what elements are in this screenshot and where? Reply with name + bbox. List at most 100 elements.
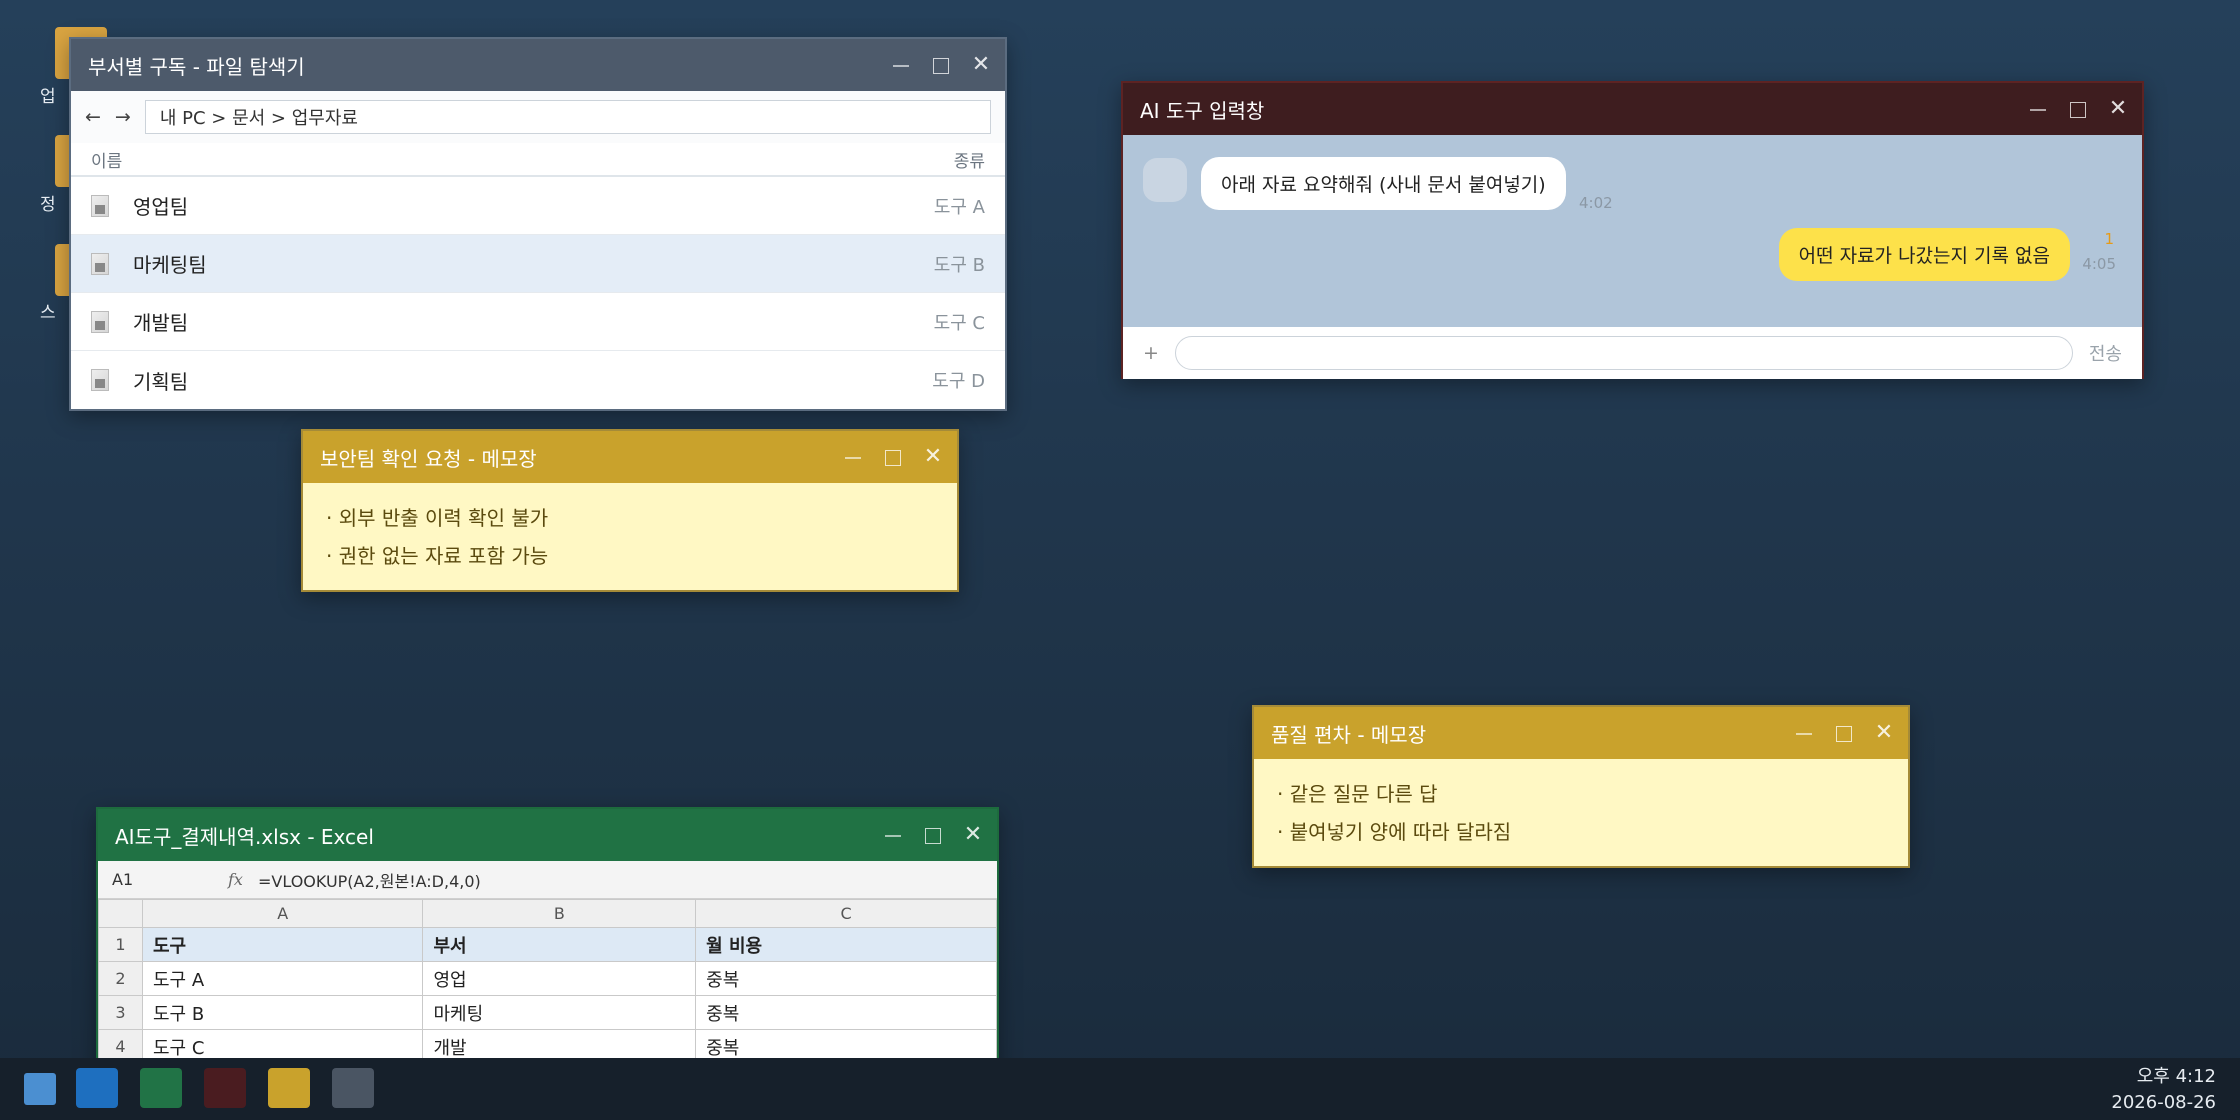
cell-reference[interactable]: A1 — [98, 870, 228, 889]
outgoing-message: 어떤 자료가 나갔는지 기록 없음 — [1778, 228, 2070, 281]
minimize-button[interactable] — [2028, 99, 2048, 119]
message-time: 4:02 — [1579, 194, 1613, 212]
file-name: 개발팀 — [133, 311, 189, 335]
close-button[interactable]: ✕ — [1874, 722, 1894, 744]
start-button[interactable] — [24, 1073, 56, 1105]
taskbar-aichat-button[interactable] — [204, 1068, 246, 1108]
cell[interactable]: 마케팅 — [422, 995, 697, 1030]
desktop-icon-label: 정 — [40, 195, 56, 215]
window-title: 부서별 구독 - 파일 탐색기 — [88, 54, 305, 79]
memo-line: · 권한 없는 자료 포함 가능 — [326, 544, 549, 568]
system-clock[interactable]: 오후 4:12 2026-08-26 — [2111, 1064, 2216, 1116]
memo-text-area[interactable]: · 같은 질문 다른 답 · 붙여넣기 양에 따라 달라짐 — [1254, 759, 1908, 867]
memo-text-area[interactable]: · 외부 반출 이력 확인 불가 · 권한 없는 자료 포함 가능 — [303, 483, 957, 591]
clock-time: 오후 4:12 — [2136, 1066, 2216, 1087]
list-header: 이름 종류 — [71, 143, 1005, 177]
close-button[interactable]: ✕ — [2108, 98, 2128, 120]
cell[interactable]: 월 비용 — [695, 927, 997, 962]
table-row: 3 도구 B 마케팅 중복 — [98, 995, 997, 1030]
file-icon — [91, 252, 109, 275]
fx-icon: fx — [228, 870, 243, 889]
taskbar-app-button[interactable] — [332, 1068, 374, 1108]
clock-date: 2026-08-26 — [2111, 1092, 2216, 1113]
cell[interactable]: 중복 — [695, 995, 997, 1030]
avatar — [1143, 158, 1187, 202]
row-number[interactable]: 1 — [98, 927, 143, 962]
close-button[interactable]: ✕ — [971, 54, 991, 76]
file-icon — [91, 194, 109, 217]
file-row[interactable]: 영업팀 도구 A — [71, 177, 1005, 235]
titlebar[interactable]: 보안팀 확인 요청 - 메모장 ✕ — [303, 431, 957, 483]
cell[interactable]: 부서 — [422, 927, 697, 962]
navigation-bar: ← → 내 PC > 문서 > 업무자료 — [71, 91, 1005, 143]
desktop-icon-label: 업 — [40, 87, 56, 107]
column-type-header[interactable]: 종류 — [954, 147, 985, 172]
minimize-button[interactable] — [883, 825, 903, 845]
maximize-button[interactable] — [2068, 99, 2088, 119]
ai-chat-window: AI 도구 입력창 ✕ 아래 자료 요약해줘 (사내 문서 붙여넣기) 4:02… — [1121, 81, 2144, 379]
chat-input-bar: + 전송 — [1123, 327, 2142, 379]
taskbar-memo-button[interactable] — [268, 1068, 310, 1108]
memo-line: · 외부 반출 이력 확인 불가 — [326, 506, 549, 530]
incoming-message: 아래 자료 요약해줘 (사내 문서 붙여넣기) — [1201, 157, 1566, 210]
maximize-button[interactable] — [1834, 723, 1854, 743]
send-button[interactable]: 전송 — [2089, 340, 2122, 366]
titlebar[interactable]: AI 도구 입력창 ✕ — [1123, 83, 2142, 135]
message-time: 4:05 — [2082, 255, 2116, 273]
chat-input[interactable] — [1174, 336, 2073, 370]
maximize-button[interactable] — [923, 825, 943, 845]
row-number[interactable]: 3 — [98, 995, 143, 1030]
maximize-button[interactable] — [931, 55, 951, 75]
window-title: AI 도구 입력창 — [1140, 98, 1265, 123]
window-title: 품질 편차 - 메모장 — [1271, 722, 1427, 747]
titlebar[interactable]: AI도구_결제내역.xlsx - Excel ✕ — [98, 809, 997, 861]
taskbar: 오후 4:12 2026-08-26 — [0, 1058, 2240, 1120]
formula-input[interactable]: =VLOOKUP(A2,원본!A:D,4,0) — [258, 868, 997, 892]
formula-bar: A1 fx =VLOOKUP(A2,원본!A:D,4,0) — [98, 861, 997, 899]
file-name: 기획팀 — [133, 369, 189, 394]
cell[interactable]: 도구 B — [141, 995, 424, 1030]
attach-plus-button[interactable]: + — [1143, 342, 1159, 364]
spreadsheet-grid: A B C 1 도구 부서 월 비용 2 도구 A 영업 중복 3 도구 B 마… — [98, 899, 997, 1064]
desktop-icon-label: 스 — [40, 303, 56, 323]
file-row[interactable]: 기획팀 도구 D — [71, 351, 1005, 409]
minimize-button[interactable] — [1794, 723, 1814, 743]
column-header[interactable]: C — [695, 899, 997, 928]
titlebar[interactable]: 부서별 구독 - 파일 탐색기 ✕ — [71, 39, 1005, 91]
table-row: 1 도구 부서 월 비용 — [98, 927, 997, 962]
chat-messages: 아래 자료 요약해줘 (사내 문서 붙여넣기) 4:02 어떤 자료가 나갔는지… — [1123, 135, 2142, 327]
file-icon — [91, 310, 109, 333]
file-type: 도구 D — [932, 371, 985, 392]
forward-button[interactable]: → — [115, 106, 131, 128]
file-row-selected[interactable]: 마케팅팀 도구 B — [71, 235, 1005, 293]
maximize-button[interactable] — [883, 447, 903, 467]
column-name-header[interactable]: 이름 — [91, 147, 122, 172]
table-row: 2 도구 A 영업 중복 — [98, 961, 997, 996]
taskbar-excel-button[interactable] — [140, 1068, 182, 1108]
close-button[interactable]: ✕ — [963, 824, 983, 846]
memo-line: · 같은 질문 다른 답 — [1277, 782, 1438, 806]
column-header[interactable]: A — [141, 899, 424, 928]
memo-window-quality: 품질 편차 - 메모장 ✕ · 같은 질문 다른 답 · 붙여넣기 양에 따라 … — [1252, 705, 1910, 868]
window-title: AI도구_결제내역.xlsx - Excel — [115, 824, 374, 849]
minimize-button[interactable] — [843, 447, 863, 467]
corner-cell[interactable] — [98, 899, 143, 928]
address-bar[interactable]: 내 PC > 문서 > 업무자료 — [144, 100, 991, 134]
cell[interactable]: 도구 A — [141, 961, 424, 996]
row-number[interactable]: 2 — [98, 961, 143, 996]
taskbar-explorer-button[interactable] — [76, 1068, 118, 1108]
file-explorer-window: 부서별 구독 - 파일 탐색기 ✕ ← → 내 PC > 문서 > 업무자료 이… — [69, 37, 1007, 411]
minimize-button[interactable] — [891, 55, 911, 75]
titlebar[interactable]: 품질 편차 - 메모장 ✕ — [1254, 707, 1908, 759]
file-type: 도구 A — [933, 196, 985, 218]
cell[interactable]: 도구 — [141, 927, 424, 962]
file-name: 영업팀 — [133, 195, 189, 219]
cell[interactable]: 중복 — [695, 961, 997, 996]
unread-count: 1 — [2104, 230, 2114, 248]
cell[interactable]: 영업 — [422, 961, 697, 996]
file-name: 마케팅팀 — [133, 253, 207, 277]
file-row[interactable]: 개발팀 도구 C — [71, 293, 1005, 351]
back-button[interactable]: ← — [85, 106, 101, 128]
column-header[interactable]: B — [422, 899, 697, 928]
close-button[interactable]: ✕ — [923, 446, 943, 468]
